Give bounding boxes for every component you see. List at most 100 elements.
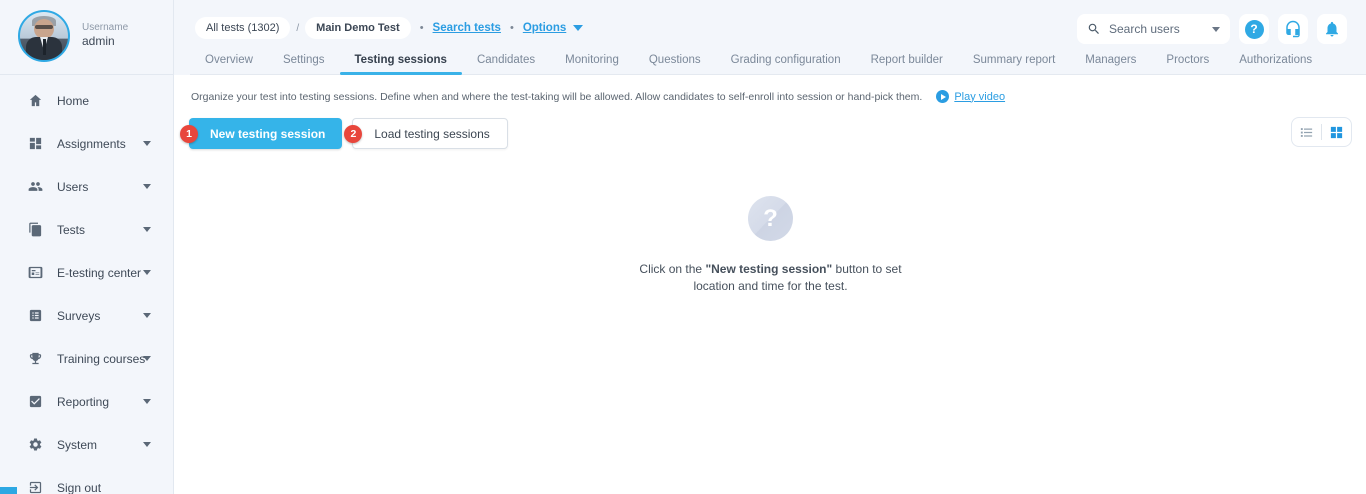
empty-text-suffix: button to set [832,262,902,276]
tab-report-builder[interactable]: Report builder [856,54,958,74]
tab-summary-report[interactable]: Summary report [958,54,1070,74]
breadcrumb-current-test[interactable]: Main Demo Test [305,17,411,39]
sidebar-item-home[interactable]: Home [0,79,173,122]
empty-state: ? Click on the "New testing session" but… [175,196,1366,295]
breadcrumb: All tests (1302) / Main Demo Test • Sear… [195,17,584,39]
support-button[interactable] [1278,14,1308,44]
empty-text-prefix: Click on the [639,262,706,276]
cut-off-element [0,487,17,494]
top-right-controls: ? [1077,14,1347,44]
tab-candidates[interactable]: Candidates [462,54,550,74]
tab-settings[interactable]: Settings [268,54,340,74]
search-icon [1088,23,1099,34]
sidebar-item-users[interactable]: Users [0,165,173,208]
tab-grading-configuration[interactable]: Grading configuration [716,54,856,74]
options-caret-icon[interactable] [573,25,584,31]
tab-bar: Overview Settings Testing sessions Candi… [190,54,1366,75]
sidebar-item-label: Users [57,179,89,194]
list-view-button[interactable] [1292,118,1321,146]
breadcrumb-bullet: • [509,22,514,34]
breadcrumb-bullet: • [419,22,424,34]
play-icon[interactable] [936,90,950,103]
tab-overview[interactable]: Overview [190,54,268,74]
sidebar-item-training-courses[interactable]: Training courses [0,337,173,380]
tab-monitoring[interactable]: Monitoring [550,54,634,74]
question-mark-icon: ? [748,196,793,241]
sidebar-item-label: Reporting [57,394,110,409]
sidebar-item-label: Training courses [57,351,146,366]
sidebar-item-assignments[interactable]: Assignments [0,122,173,165]
chevron-down-icon [143,356,151,361]
tests-icon [29,222,42,237]
sidebar-item-label: System [57,437,98,452]
chevron-down-icon [143,399,151,404]
tab-testing-sessions[interactable]: Testing sessions [339,54,463,75]
options-link[interactable]: Options [523,22,566,34]
bell-icon [1326,21,1338,37]
sidebar-item-e-testing-center[interactable]: E-testing center [0,251,173,294]
sidebar-item-label: Assignments [57,136,126,151]
list-view-icon [1300,127,1313,137]
assignments-icon [29,137,42,150]
step-badge-2: 2 [344,124,363,143]
action-buttons: 1 New testing session 2 Load testing ses… [180,118,508,149]
sidebar-item-surveys[interactable]: Surveys [0,294,173,337]
new-testing-session-button[interactable]: 1 New testing session [180,118,343,149]
search-users-input[interactable] [1109,22,1204,36]
headset-icon [1286,20,1300,38]
tab-managers[interactable]: Managers [1070,54,1151,74]
chevron-down-icon [143,227,151,232]
tab-proctors[interactable]: Proctors [1151,54,1224,74]
users-icon [28,182,43,191]
sidebar-item-label: E-testing center [57,265,142,280]
grid-view-icon [1330,126,1343,138]
play-video-link[interactable]: Play video [954,91,1005,103]
empty-text-line2: location and time for the test. [693,279,848,293]
sidebar: Username admin Home Assignments Users Te… [0,0,174,494]
search-users-box[interactable] [1077,14,1230,44]
view-toggle [1291,117,1352,147]
chevron-down-icon [143,442,151,447]
section-description: Organize your test into testing sessions… [191,90,923,103]
empty-text-bold: "New testing session" [705,262,833,276]
sidebar-nav: Home Assignments Users Tests E-testing c… [0,75,173,494]
help-button[interactable]: ? [1239,14,1269,44]
sidebar-item-label: Sign out [57,480,102,494]
load-testing-sessions-label: Load testing sessions [374,126,490,141]
notifications-button[interactable] [1317,14,1347,44]
empty-state-text: Click on the "New testing session" butto… [639,261,901,295]
surveys-icon [29,309,42,322]
grid-view-button[interactable] [1322,118,1351,146]
tab-authorizations[interactable]: Authorizations [1224,54,1327,74]
load-testing-sessions-button[interactable]: 2 Load testing sessions [344,118,508,149]
training-courses-icon [29,352,42,365]
reporting-icon [29,395,42,408]
search-tests-link[interactable]: Search tests [433,22,501,34]
sidebar-item-label: Tests [57,222,86,237]
tab-questions[interactable]: Questions [634,54,716,74]
profile-section: Username admin [0,0,173,75]
sign-out-icon [29,481,42,494]
chevron-down-icon [143,270,151,275]
sidebar-item-reporting[interactable]: Reporting [0,380,173,423]
search-dropdown-caret-icon[interactable] [1212,26,1220,32]
avatar[interactable] [18,10,70,62]
step-badge-1: 1 [180,124,198,143]
breadcrumb-all-tests[interactable]: All tests (1302) [195,17,291,39]
chevron-down-icon [143,184,151,189]
username-label: Username [82,22,129,33]
topbar: All tests (1302) / Main Demo Test • Sear… [174,0,1366,75]
section-description-row: Organize your test into testing sessions… [191,90,1005,103]
breadcrumb-separator: / [296,22,300,34]
new-testing-session-label: New testing session [210,126,326,141]
question-icon: ? [1244,19,1264,39]
profile-role: admin [82,34,115,48]
main-content: Organize your test into testing sessions… [175,76,1366,494]
sidebar-item-system[interactable]: System [0,423,173,466]
chevron-down-icon [143,141,151,146]
sidebar-item-label: Surveys [57,308,101,323]
home-icon [29,94,42,107]
sidebar-item-sign-out[interactable]: Sign out [0,466,173,494]
sidebar-item-tests[interactable]: Tests [0,208,173,251]
e-testing-center-icon [28,266,43,279]
